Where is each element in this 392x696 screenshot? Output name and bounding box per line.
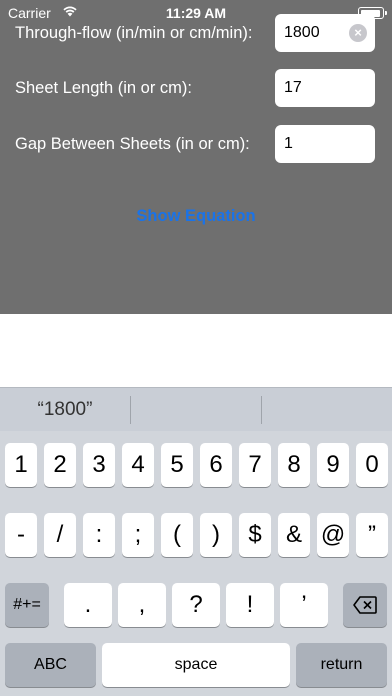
suggestion-1[interactable]: “1800” [0,388,130,432]
key-symbol-3[interactable]: ; [122,513,154,557]
suggestion-3[interactable] [262,388,392,432]
gap-value: 1 [284,135,293,152]
space-key[interactable]: space [102,643,290,687]
key-symbol-1[interactable]: / [44,513,76,557]
key-punct-2[interactable]: ? [172,583,220,627]
key-symbol-9[interactable]: ” [356,513,388,557]
sheet-length-input[interactable]: 17 [275,69,375,107]
key-punct-3[interactable]: ! [226,583,274,627]
clear-icon[interactable]: × [349,24,367,42]
key-6[interactable]: 6 [200,443,232,487]
key-2[interactable]: 2 [44,443,76,487]
key-punct-0[interactable]: . [64,583,112,627]
return-key[interactable]: return [296,643,387,687]
key-punct-4[interactable]: ’ [280,583,328,627]
predictive-bar: “1800” [0,387,392,431]
key-symbol-0[interactable]: - [5,513,37,557]
suggestion-2[interactable] [131,388,261,432]
show-equation-button[interactable]: Show Equation [0,207,392,226]
more-symbols-key[interactable]: #+= [5,583,49,627]
key-4[interactable]: 4 [122,443,154,487]
abc-key[interactable]: ABC [5,643,96,687]
key-3[interactable]: 3 [83,443,115,487]
key-0[interactable]: 0 [356,443,388,487]
key-punct-1[interactable]: , [118,583,166,627]
delete-key[interactable] [343,583,387,627]
keyboard: “1800” 1 2 3 4 5 6 7 8 9 0 - /:;() $ & @” #+=.,?!’ ABC sp… [0,387,392,696]
form-area: Through-flow (in/min or cm/min): 1800 × … [0,14,392,314]
gap-input[interactable]: 1 [275,125,375,163]
key-symbol-2[interactable]: : [83,513,115,557]
through-flow-label: Through-flow (in/min or cm/min): [15,24,253,42]
key-7[interactable]: 7 [239,443,271,487]
key-symbol-4[interactable]: ( [161,513,193,557]
through-flow-input[interactable]: 1800 × [275,14,375,52]
key-5[interactable]: 5 [161,443,193,487]
key-symbol-5[interactable]: ) [200,513,232,557]
sheet-length-value: 17 [284,79,302,96]
key-8[interactable]: 8 [278,443,310,487]
content-background [0,314,392,387]
through-flow-value: 1800 [284,24,320,41]
key-1[interactable]: 1 [5,443,37,487]
delete-icon [353,596,377,614]
key-symbol-8[interactable]: @ [317,513,349,557]
key-9[interactable]: 9 [317,443,349,487]
key-symbol-6[interactable]: $ [239,513,271,557]
gap-label: Gap Between Sheets (in or cm): [15,135,250,153]
sheet-length-label: Sheet Length (in or cm): [15,79,193,97]
key-symbol-7[interactable]: & [278,513,310,557]
